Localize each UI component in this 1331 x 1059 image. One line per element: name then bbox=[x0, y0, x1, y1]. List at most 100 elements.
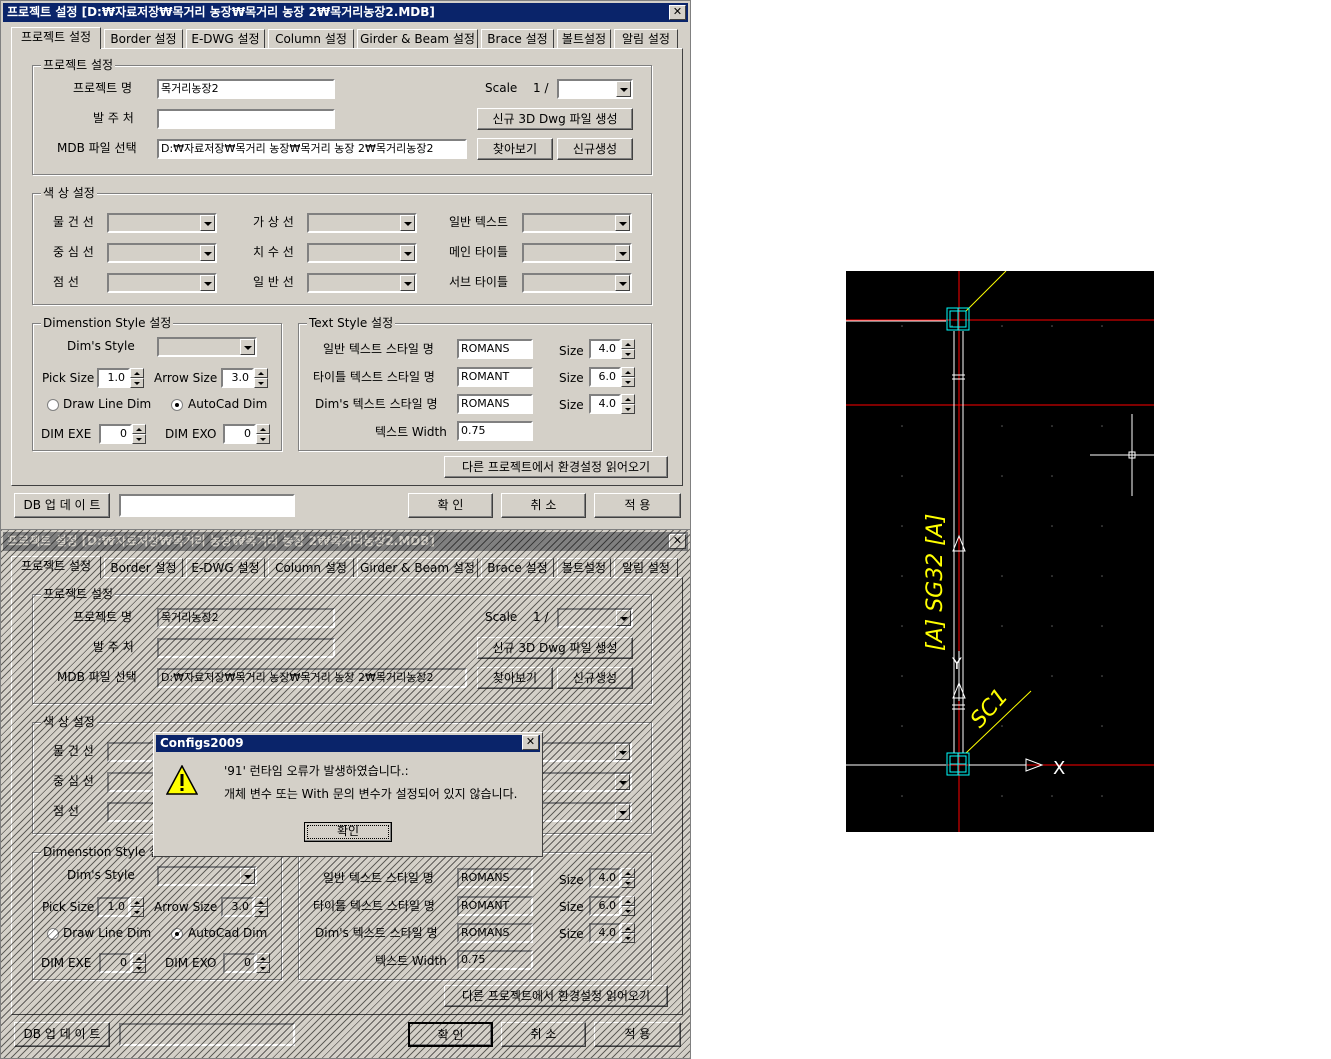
spin-up-icon[interactable] bbox=[130, 368, 144, 378]
new-3d-dwg-button[interactable]: 신규 3D Dwg 파일 생성 bbox=[477, 108, 633, 130]
chevron-down-icon[interactable] bbox=[615, 215, 630, 231]
tab-edwg[interactable]: E-DWG 설정 bbox=[186, 29, 265, 49]
pick-size-value[interactable]: 1.0 bbox=[97, 368, 130, 388]
chevron-down-icon[interactable] bbox=[615, 275, 630, 291]
general-text-size-value[interactable]: 4.0 bbox=[589, 339, 621, 359]
spin-up-icon[interactable] bbox=[132, 424, 146, 434]
tab-border[interactable]: Border 설정 bbox=[104, 29, 183, 49]
dialog-close-button[interactable]: ✕ bbox=[522, 735, 539, 750]
dim-style-combo[interactable] bbox=[157, 337, 257, 357]
virtual-line-label: 가 상 선 bbox=[253, 215, 294, 229]
general-text-combo[interactable] bbox=[522, 213, 632, 233]
title-text-style-input[interactable]: ROMANT bbox=[457, 367, 533, 387]
draw-line-dim-label: Draw Line Dim bbox=[63, 926, 152, 940]
text-width-input[interactable]: 0.75 bbox=[457, 421, 533, 441]
apply-button[interactable]: 적 용 bbox=[594, 493, 681, 518]
scale-prefix: 1 / bbox=[533, 81, 549, 95]
close-button[interactable]: ✕ bbox=[669, 5, 686, 20]
text-style-group: 일반 텍스트 스타일 명 ROMANS Size 4.0 타이틀 텍스트 스타일… bbox=[298, 852, 652, 980]
ok-button[interactable]: 확 인 bbox=[408, 493, 493, 518]
tab-brace: Brace 설정 bbox=[481, 558, 554, 578]
chevron-down-icon[interactable] bbox=[200, 215, 215, 231]
arrow-size-spinner[interactable]: 3.0 bbox=[221, 368, 268, 388]
chevron-down-icon[interactable] bbox=[400, 215, 415, 231]
dim-exo-spinner[interactable]: 0 bbox=[223, 424, 270, 444]
pick-size-value: 1.0 bbox=[97, 897, 130, 917]
cancel-button[interactable]: 취 소 bbox=[501, 493, 586, 518]
dialog-ok-button[interactable]: 확인 bbox=[304, 822, 392, 842]
title-text-size-spinner[interactable]: 6.0 bbox=[589, 367, 635, 387]
spin-down-icon[interactable] bbox=[132, 434, 146, 444]
spin-down-icon[interactable] bbox=[621, 349, 635, 359]
tab-bolt[interactable]: 볼트설정 bbox=[557, 29, 611, 49]
tab-strip: 프로젝트 설정 Border 설정 E-DWG 설정 Column 설정 Gir… bbox=[11, 556, 683, 578]
browse-button[interactable]: 찾아보기 bbox=[477, 138, 553, 160]
chevron-down-icon[interactable] bbox=[400, 275, 415, 291]
tab-brace[interactable]: Brace 설정 bbox=[481, 29, 554, 49]
object-line-label: 물 건 선 bbox=[53, 215, 94, 229]
dimension-line-combo[interactable] bbox=[307, 243, 417, 263]
load-from-other-project-button[interactable]: 다른 프로젝트에서 환경설정 읽어오기 bbox=[444, 456, 668, 478]
dim-exe-spinner[interactable]: 0 bbox=[99, 424, 146, 444]
virtual-line-combo[interactable] bbox=[307, 213, 417, 233]
load-from-other-project-button: 다른 프로젝트에서 환경설정 읽어오기 bbox=[444, 985, 668, 1007]
autocad-dim-radio[interactable] bbox=[171, 399, 183, 411]
chevron-down-icon[interactable] bbox=[615, 245, 630, 261]
dim-text-size-value[interactable]: 4.0 bbox=[589, 394, 621, 414]
chevron-down-icon[interactable] bbox=[240, 339, 255, 355]
pick-size-label: Pick Size bbox=[42, 371, 95, 385]
spin-up-icon[interactable] bbox=[621, 367, 635, 377]
dim-text-size-spinner[interactable]: 4.0 bbox=[589, 394, 635, 414]
chevron-down-icon[interactable] bbox=[616, 81, 631, 97]
object-line-combo[interactable] bbox=[107, 213, 217, 233]
project-name-input[interactable]: 목거리농장2 bbox=[157, 79, 335, 99]
spin-down-icon[interactable] bbox=[621, 377, 635, 387]
mdb-path-input[interactable]: D:₩자료저장₩목거리 농장₩목거리 농장 2₩목거리농장2 bbox=[157, 139, 467, 159]
chevron-down-icon[interactable] bbox=[200, 245, 215, 261]
arrow-size-value[interactable]: 3.0 bbox=[221, 368, 254, 388]
spin-up-icon[interactable] bbox=[254, 368, 268, 378]
tab-girder-beam: Girder & Beam 설정 bbox=[357, 558, 478, 578]
chevron-down-icon[interactable] bbox=[400, 245, 415, 261]
pick-size-spinner[interactable]: 1.0 bbox=[97, 368, 144, 388]
cad-viewport[interactable]: [A] SG32 [A] SC1 X Y bbox=[846, 271, 1154, 832]
chevron-down-icon[interactable] bbox=[200, 275, 215, 291]
dim-exe-value[interactable]: 0 bbox=[99, 424, 132, 444]
tab-column[interactable]: Column 설정 bbox=[268, 29, 354, 49]
new-create-button[interactable]: 신규생성 bbox=[557, 138, 633, 160]
autocad-dim-label: AutoCad Dim bbox=[188, 926, 268, 940]
tab-girder-beam[interactable]: Girder & Beam 설정 bbox=[357, 29, 478, 49]
brace-top bbox=[965, 271, 1007, 312]
draw-line-dim-radio[interactable] bbox=[47, 399, 59, 411]
client-input[interactable] bbox=[157, 109, 335, 129]
general-text-style-input[interactable]: ROMANS bbox=[457, 339, 533, 359]
general-line-label: 일 반 선 bbox=[253, 275, 294, 289]
db-update-button[interactable]: DB 업 데 이 트 bbox=[14, 493, 110, 518]
spin-down-icon[interactable] bbox=[621, 404, 635, 414]
center-line-combo[interactable] bbox=[107, 243, 217, 263]
dim-exo-value[interactable]: 0 bbox=[223, 424, 256, 444]
member-label-sg32: [A] SG32 [A] bbox=[923, 514, 948, 651]
title-text-size-value[interactable]: 6.0 bbox=[589, 367, 621, 387]
project-group-title: 프로젝트 설정 bbox=[41, 587, 116, 601]
general-text-label: 일반 텍스트 bbox=[449, 215, 509, 229]
dot-line-combo[interactable] bbox=[107, 273, 217, 293]
scale-combo[interactable] bbox=[557, 79, 633, 99]
general-text-size-spinner[interactable]: 4.0 bbox=[589, 339, 635, 359]
main-title-combo[interactable] bbox=[522, 243, 632, 263]
spin-down-icon[interactable] bbox=[256, 434, 270, 444]
tab-project[interactable]: 프로젝트 설정 bbox=[11, 27, 101, 49]
tab-alert[interactable]: 알림 설정 bbox=[614, 29, 678, 49]
spin-up-icon[interactable] bbox=[621, 394, 635, 404]
spin-up-icon bbox=[621, 923, 635, 933]
spin-up-icon[interactable] bbox=[256, 424, 270, 434]
spin-down-icon[interactable] bbox=[130, 378, 144, 388]
spin-down-icon bbox=[621, 906, 635, 916]
dim-text-style-input[interactable]: ROMANS bbox=[457, 394, 533, 414]
spin-up-icon[interactable] bbox=[621, 339, 635, 349]
mdb-label: MDB 파일 선택 bbox=[57, 670, 137, 684]
spin-down-icon[interactable] bbox=[254, 378, 268, 388]
general-line-combo[interactable] bbox=[307, 273, 417, 293]
sub-title-combo[interactable] bbox=[522, 273, 632, 293]
spin-down-icon bbox=[621, 933, 635, 943]
